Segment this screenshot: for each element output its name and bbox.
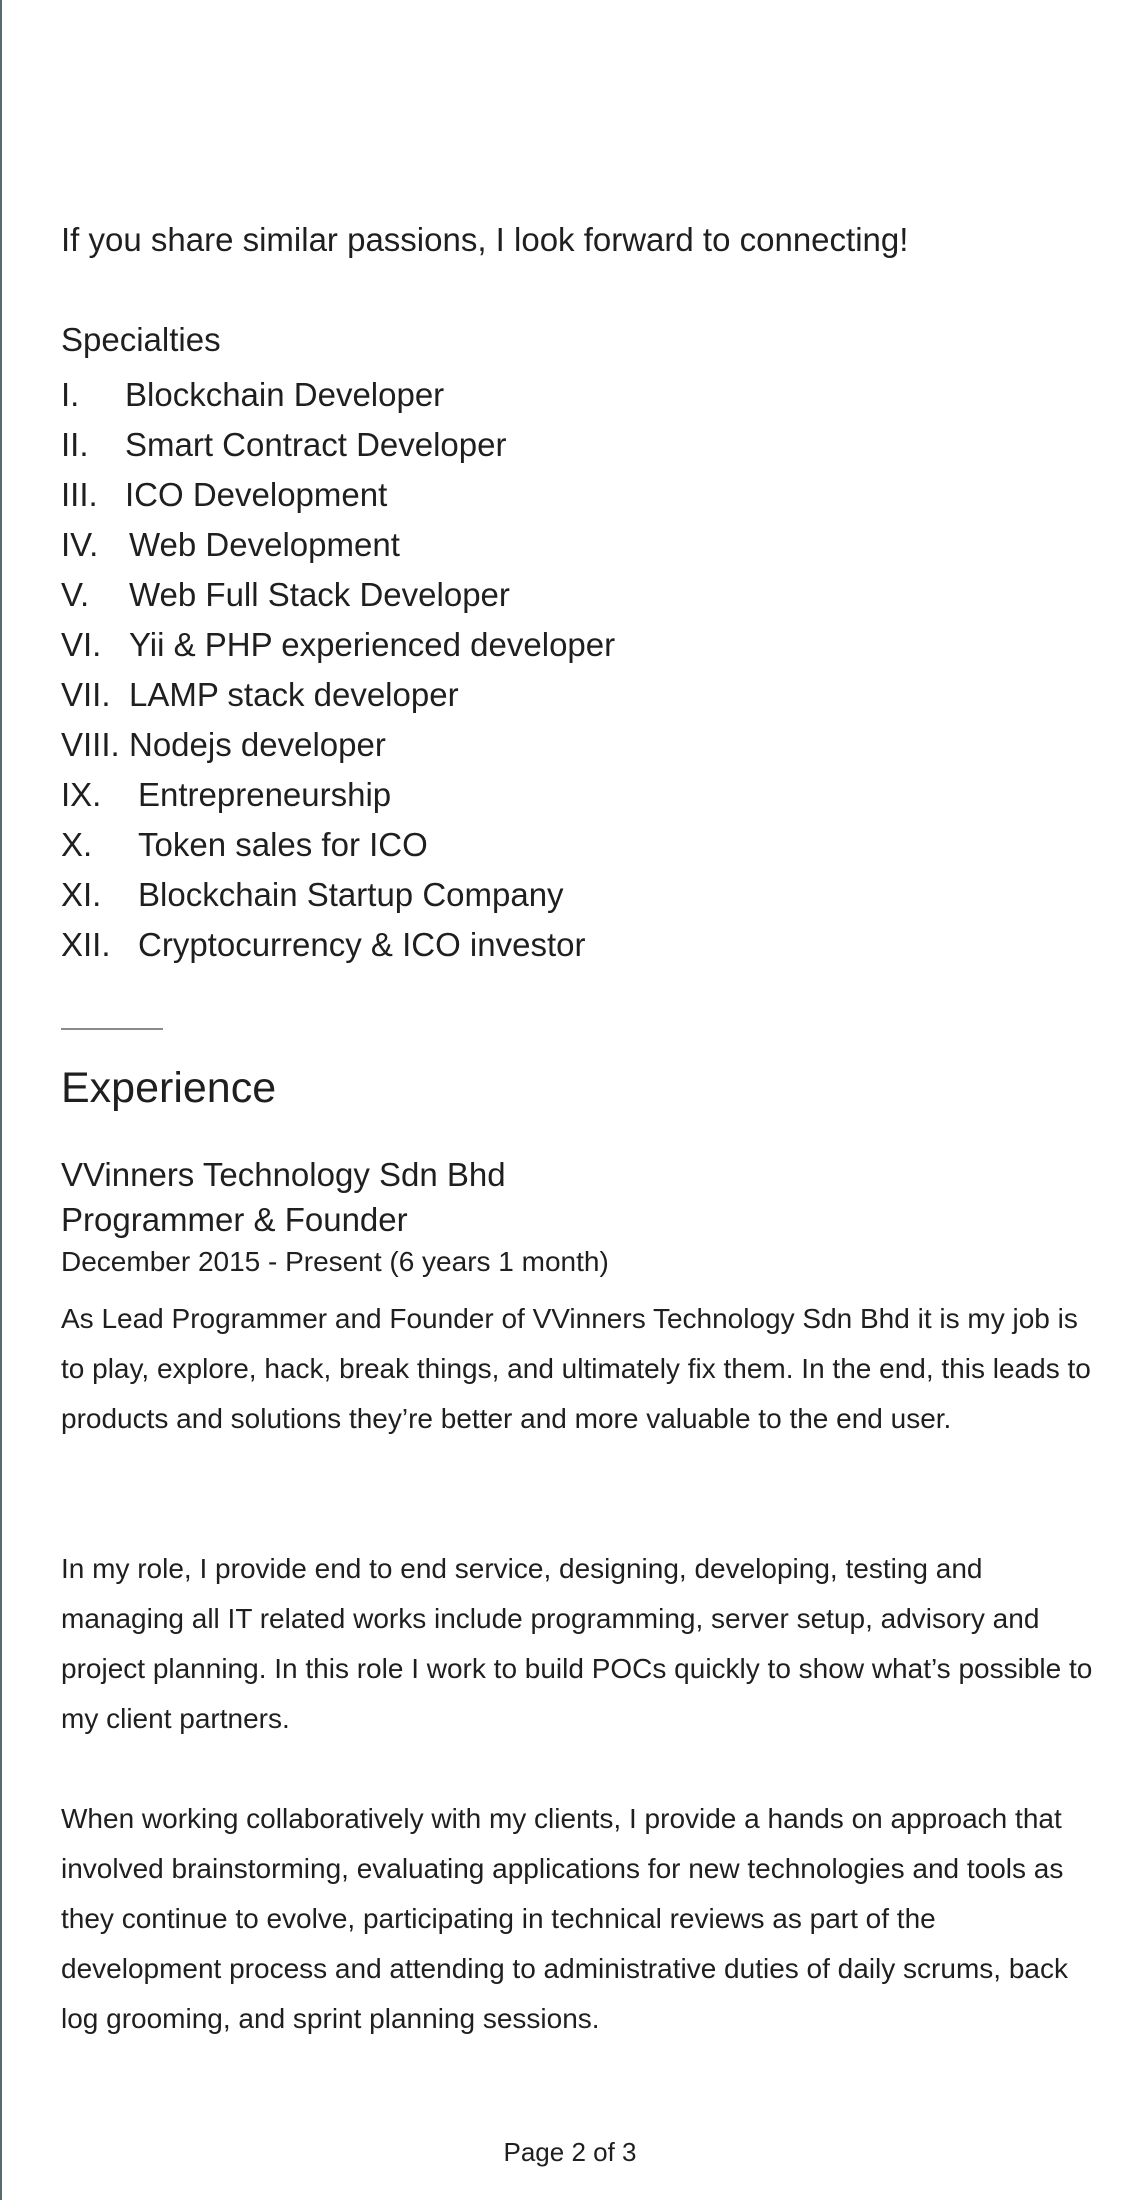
list-item-label: Nodejs developer bbox=[129, 726, 386, 763]
list-item-label: Token sales for ICO bbox=[138, 826, 428, 863]
list-item-label: Cryptocurrency & ICO investor bbox=[138, 926, 586, 963]
page-number: Page 2 of 3 bbox=[503, 2137, 637, 2167]
list-item: VIII. Nodejs developer bbox=[61, 720, 615, 770]
list-item-number: V. bbox=[61, 576, 90, 613]
list-item-number: VII. bbox=[61, 676, 111, 713]
list-item-number: IV. bbox=[61, 526, 99, 563]
list-item: V. Web Full Stack Developer bbox=[61, 570, 615, 620]
intro-text: If you share similar passions, I look fo… bbox=[61, 221, 909, 258]
experience-paragraph: In my role, I provide end to end service… bbox=[61, 1553, 1093, 1734]
list-item: XII. Cryptocurrency & ICO investor bbox=[61, 920, 615, 970]
list-item: VII. LAMP stack developer bbox=[61, 670, 615, 720]
list-item-label: Blockchain Developer bbox=[125, 376, 445, 413]
list-item-number: VIII. bbox=[61, 726, 120, 763]
list-item-label: Entrepreneurship bbox=[138, 776, 392, 813]
list-item-label: Web Full Stack Developer bbox=[129, 576, 510, 613]
specialties-list: I. Blockchain Developer II. Smart Contra… bbox=[61, 370, 615, 970]
page-left-border bbox=[0, 0, 2, 2200]
section-divider bbox=[61, 1028, 163, 1030]
list-item-number: XI. bbox=[61, 876, 102, 913]
list-item-label: Blockchain Startup Company bbox=[138, 876, 564, 913]
list-item-label: LAMP stack developer bbox=[129, 676, 459, 713]
list-item: X. Token sales for ICO bbox=[61, 820, 615, 870]
employment-dates: December 2015 - Present (6 years 1 month… bbox=[61, 1246, 609, 1277]
list-item: I. Blockchain Developer bbox=[61, 370, 615, 420]
list-item-number: XII. bbox=[61, 926, 111, 963]
list-item-number: VI. bbox=[61, 626, 102, 663]
list-item-number: I. bbox=[61, 376, 80, 413]
experience-paragraph: As Lead Programmer and Founder of VVinne… bbox=[61, 1303, 1091, 1434]
list-item-number: X. bbox=[61, 826, 93, 863]
list-item-number: III. bbox=[61, 476, 98, 513]
list-item: II. Smart Contract Developer bbox=[61, 420, 615, 470]
company-name: VVinners Technology Sdn Bhd bbox=[61, 1156, 506, 1193]
experience-paragraph: When working collaboratively with my cli… bbox=[61, 1803, 1068, 2034]
list-item: IV. Web Development bbox=[61, 520, 615, 570]
list-item-label: ICO Development bbox=[125, 476, 388, 513]
list-item: XI. Blockchain Startup Company bbox=[61, 870, 615, 920]
job-title: Programmer & Founder bbox=[61, 1201, 408, 1238]
list-item-label: Smart Contract Developer bbox=[125, 426, 507, 463]
list-item: IX. Entrepreneurship bbox=[61, 770, 615, 820]
experience-heading: Experience bbox=[61, 1064, 277, 1112]
list-item-number: II. bbox=[61, 426, 89, 463]
list-item-number: IX. bbox=[61, 776, 102, 813]
list-item-label: Yii & PHP experienced developer bbox=[129, 626, 616, 663]
list-item: III. ICO Development bbox=[61, 470, 615, 520]
specialties-heading: Specialties bbox=[61, 321, 221, 358]
list-item: VI. Yii & PHP experienced developer bbox=[61, 620, 615, 670]
list-item-label: Web Development bbox=[129, 526, 400, 563]
